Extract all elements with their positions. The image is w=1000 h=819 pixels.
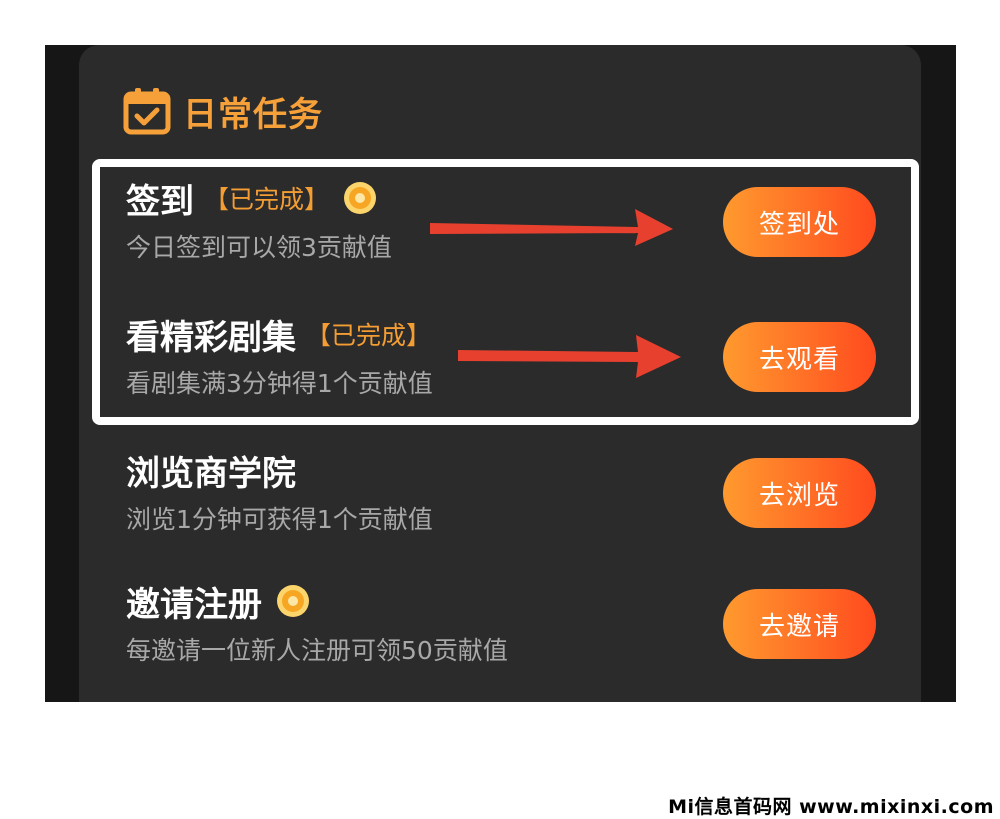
calendar-check-icon	[123, 88, 171, 135]
task-item-invite: 邀请注册 每邀请一位新人注册可领50贡献值	[126, 579, 726, 667]
task-title: 邀请注册	[126, 584, 262, 625]
browse-button[interactable]: 去浏览	[723, 458, 876, 528]
coin-icon	[277, 585, 309, 617]
task-item-browse-academy: 浏览商学院 浏览1分钟可获得1个贡献值	[126, 448, 726, 536]
task-status: 【已完成】	[306, 321, 432, 350]
arrow-annotation-1	[430, 209, 673, 246]
task-title: 签到	[126, 181, 194, 222]
sign-in-button[interactable]: 签到处	[723, 187, 876, 257]
watch-button[interactable]: 去观看	[723, 322, 876, 392]
section-header: 日常任务	[123, 86, 323, 136]
task-title: 看精彩剧集	[126, 317, 296, 358]
coin-icon	[344, 182, 377, 214]
task-description: 浏览1分钟可获得1个贡献值	[126, 505, 433, 534]
section-title: 日常任务	[183, 94, 323, 135]
task-status: 【已完成】	[204, 185, 330, 214]
watermark: Mi信息首码网 www.mixinxi.com	[668, 796, 994, 818]
task-title: 浏览商学院	[126, 453, 296, 494]
arrow-annotation-2	[458, 335, 681, 378]
task-description: 每邀请一位新人注册可领50贡献值	[126, 636, 508, 665]
invite-button[interactable]: 去邀请	[723, 589, 876, 659]
